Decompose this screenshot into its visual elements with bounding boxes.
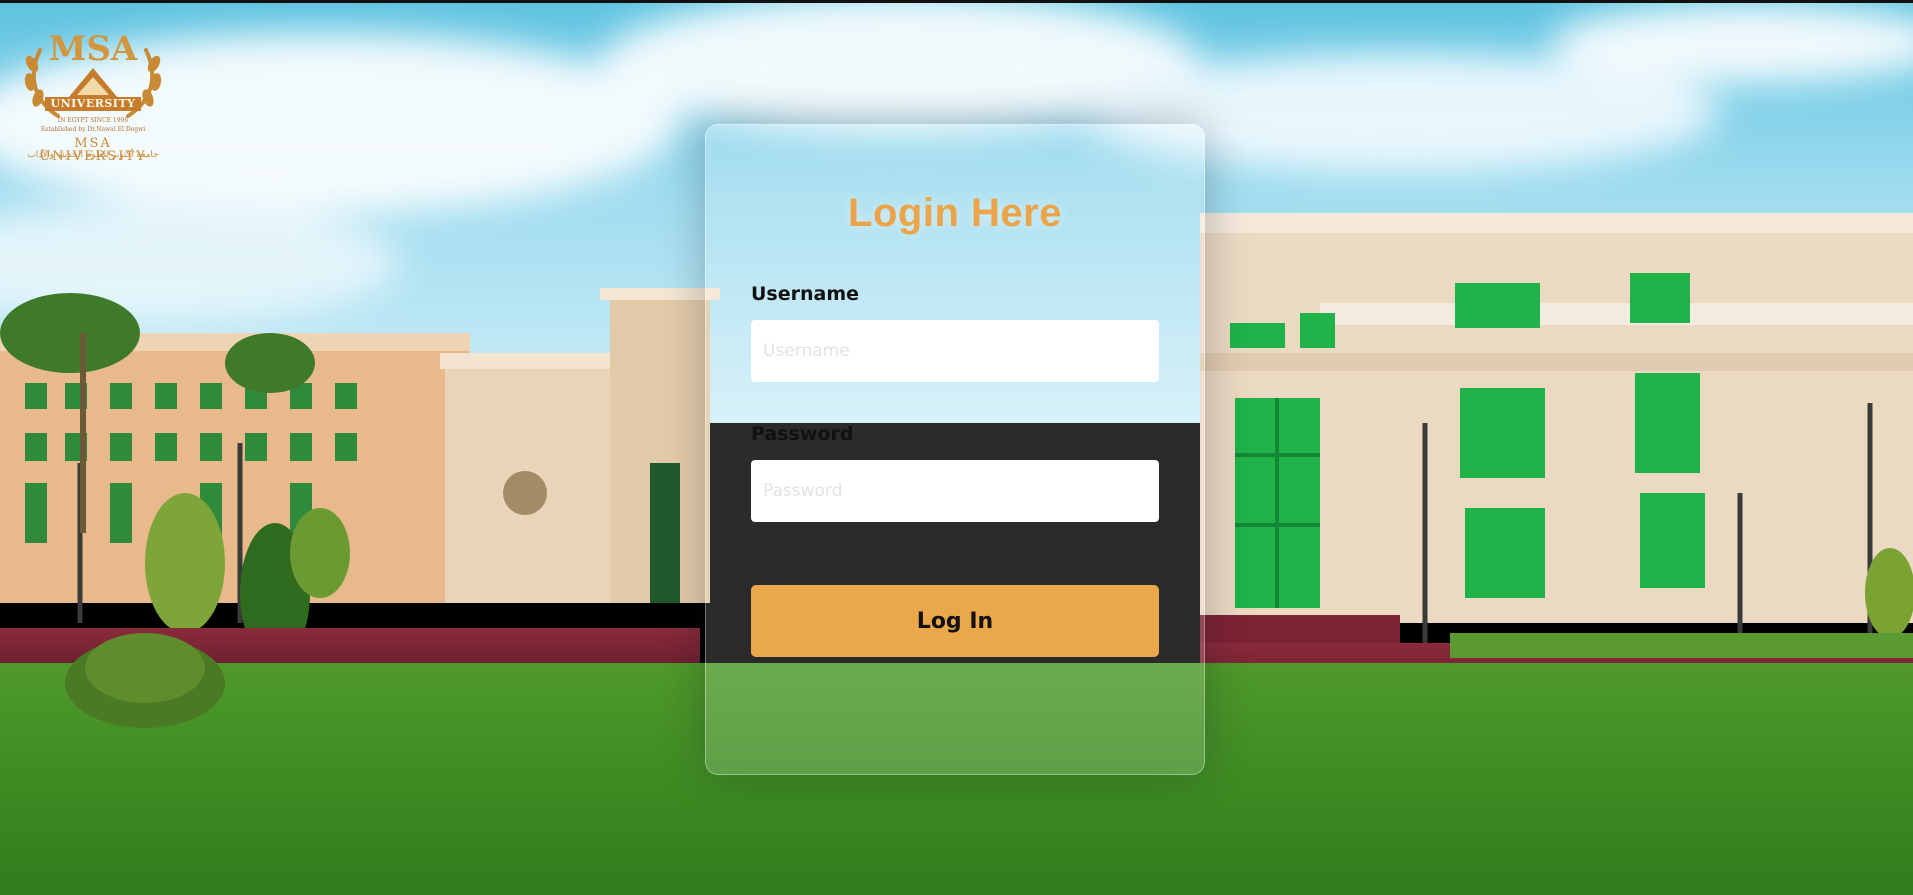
login-page: MSA UNIVERSITY IN EGYPT SINCE 1996 Estab… — [0, 0, 1913, 895]
login-form-card: Login Here Username Password Log In — [705, 124, 1205, 775]
msa-university-logo: MSA UNIVERSITY IN EGYPT SINCE 1996 Estab… — [18, 30, 168, 165]
login-title: Login Here — [848, 191, 1062, 235]
top-edge — [0, 0, 1913, 3]
login-button[interactable]: Log In — [751, 585, 1159, 657]
username-input[interactable] — [751, 320, 1159, 382]
password-input[interactable] — [751, 460, 1159, 522]
logo-arabic-name: جامعة أكتوبر للعلوم الحديثة والآداب — [27, 150, 159, 160]
logo-established-text: Established by Dr.Nawal El Degwi — [40, 126, 146, 133]
logo-monogram: MSA — [48, 29, 138, 69]
password-label: Password — [751, 423, 854, 445]
logo-since-text: IN EGYPT SINCE 1996 — [57, 117, 129, 124]
username-label: Username — [751, 283, 860, 305]
logo-ribbon: UNIVERSITY — [45, 97, 141, 111]
